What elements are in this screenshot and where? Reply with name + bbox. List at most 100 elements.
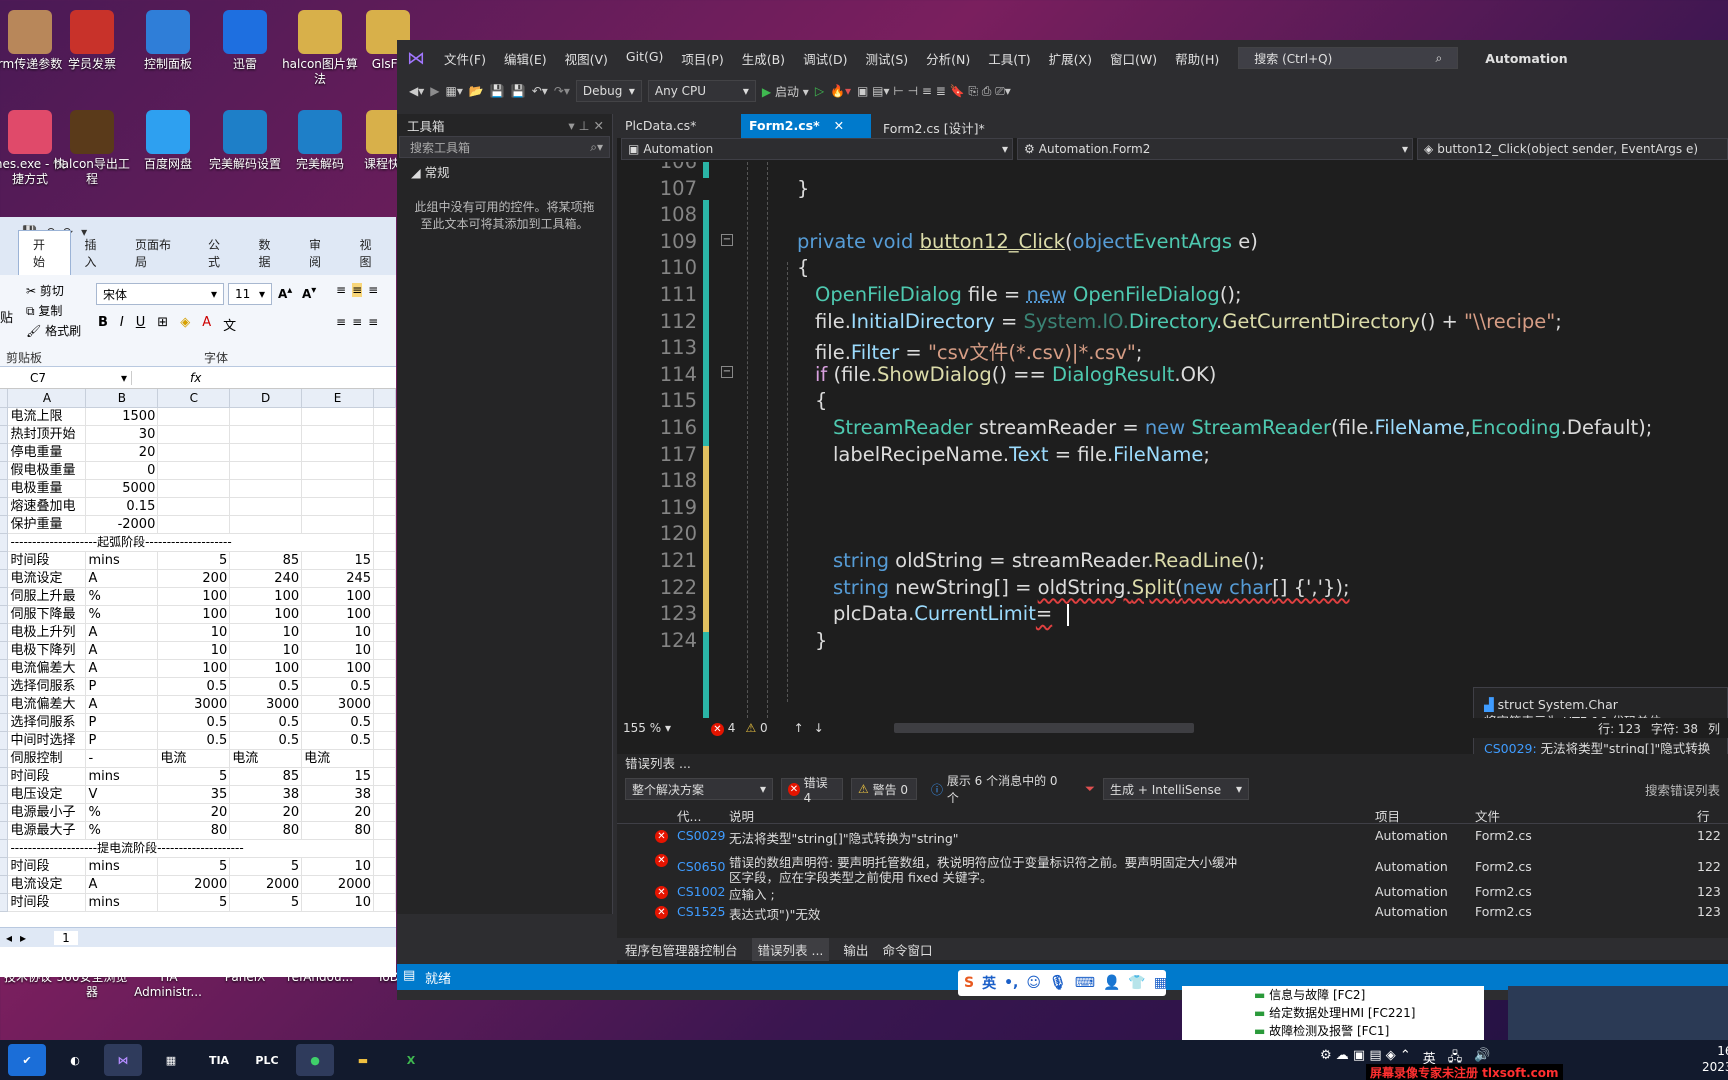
sheet-cell[interactable] — [373, 749, 396, 768]
sheet-cell[interactable] — [373, 569, 396, 588]
sheet-cell[interactable] — [373, 641, 396, 660]
row-header[interactable] — [0, 803, 9, 822]
forward-icon[interactable]: ▶ — [430, 84, 439, 98]
sheet-cell[interactable]: 15 — [301, 767, 375, 786]
sheet-cell[interactable]: 20 — [229, 803, 303, 822]
italic-button[interactable]: I — [120, 315, 124, 334]
row-header[interactable] — [0, 425, 9, 444]
start-without-debug-icon[interactable]: ▷ — [815, 84, 824, 98]
sheet-cell[interactable] — [157, 461, 231, 480]
row-header[interactable] — [0, 893, 9, 912]
file-explorer-icon[interactable]: ▬ — [344, 1044, 382, 1076]
sheet-cell[interactable]: 选择伺服系 — [7, 677, 87, 696]
sheet-cell[interactable] — [229, 515, 303, 534]
excel-tab[interactable]: 页面布局 — [121, 231, 194, 275]
sheet-cell[interactable]: 时间段 — [7, 893, 87, 912]
row-header[interactable] — [0, 749, 9, 768]
nav-up-icon[interactable]: ↑ — [794, 721, 804, 735]
row-header[interactable] — [0, 515, 9, 534]
desktop-icon[interactable]: halcon导出工程 — [52, 110, 132, 187]
font-size-select[interactable]: 11 ▾ — [228, 283, 272, 305]
sheet-cell[interactable]: 3000 — [157, 695, 231, 714]
sheet-cell[interactable]: 10 — [157, 641, 231, 660]
sheet-cell[interactable]: 85 — [229, 767, 303, 786]
new-item-icon[interactable]: ▦▾ — [446, 84, 463, 98]
horizontal-scrollbar[interactable] — [893, 723, 1194, 733]
nav-member-select[interactable]: ◈ button12_Click(object sender, EventArg… — [1417, 138, 1728, 160]
nav-class-select[interactable]: ⚙ Automation.Form2 ▾ — [1017, 138, 1413, 160]
sheet-cell[interactable]: 电流设定 — [7, 569, 87, 588]
tia-tree-item[interactable]: ▬ 故障检测及报警 [FC1] — [1254, 1022, 1484, 1040]
bottom-tab[interactable]: 输出 — [843, 940, 868, 959]
sheet-cell[interactable] — [373, 821, 396, 840]
sheet-cell[interactable]: 0.5 — [301, 677, 375, 696]
row-header[interactable] — [0, 875, 9, 894]
font-color-icon[interactable]: A — [202, 315, 211, 334]
open-icon[interactable]: 📂 — [469, 84, 484, 98]
configuration-select[interactable]: Debug ▾ — [575, 80, 642, 102]
ime-toolbar[interactable]: S 英 •, ☺ 🎙 ⌨ 👤 👕 ▦ — [958, 970, 1167, 996]
sheet-cell[interactable]: 电流设定 — [7, 875, 87, 894]
visual-studio-taskbar-icon[interactable]: ⋈ — [104, 1044, 142, 1076]
sheet-cell[interactable] — [373, 551, 396, 570]
align-left-icon[interactable]: ≡ — [336, 315, 346, 329]
row-header[interactable] — [0, 569, 9, 588]
fill-color-icon[interactable]: ◈ — [180, 315, 190, 334]
column-header[interactable]: A — [7, 389, 87, 408]
menu-item[interactable]: 视图(V) — [556, 49, 617, 68]
sheet-cell[interactable]: 伺服上升最 — [7, 587, 87, 606]
sheet-cell[interactable]: 电源最小子 — [7, 803, 87, 822]
toolbox-pin-icon[interactable]: ▾ ⊥ ✕ — [568, 118, 604, 133]
menu-item[interactable]: Git(G) — [617, 49, 673, 68]
tia-tree-item[interactable]: ▬ 给定数据处理HMI [FC221] — [1254, 1004, 1484, 1022]
ime-user-icon[interactable]: 👤 — [1103, 975, 1120, 991]
sheet-cell[interactable] — [373, 443, 396, 462]
sheet-cell[interactable] — [229, 425, 303, 444]
error-count[interactable]: ✕ 4 — [710, 721, 735, 736]
column-header[interactable]: E — [301, 389, 375, 408]
row-header[interactable] — [0, 587, 9, 606]
row-header[interactable] — [0, 479, 9, 498]
sheet-cell[interactable]: 20 — [157, 803, 231, 822]
sheet-cell[interactable]: 电流 — [157, 749, 231, 768]
tia-portal-icon[interactable]: TIA — [200, 1044, 238, 1076]
sheet-cell[interactable]: 5 — [157, 893, 231, 912]
row-header[interactable] — [0, 857, 9, 876]
row-header[interactable] — [0, 767, 9, 786]
sheet-cell[interactable] — [373, 461, 396, 480]
sheet-cell[interactable]: 停电重量 — [7, 443, 87, 462]
build-filter-select[interactable]: 生成 + IntelliSense ▾ — [1103, 778, 1250, 800]
sheet-cell[interactable]: 0.5 — [157, 677, 231, 696]
error-list-search[interactable]: 搜索错误列表 — [1645, 780, 1720, 799]
sheet-cell[interactable]: 10 — [157, 623, 231, 642]
menu-item[interactable]: 调试(D) — [794, 49, 856, 68]
copy-button[interactable]: ⧉ 复制 — [26, 301, 81, 321]
sheet-cell[interactable]: 伺服下降最 — [7, 605, 87, 624]
sheet-cell[interactable]: 电流 — [229, 749, 303, 768]
select-all-corner[interactable] — [0, 389, 9, 408]
sheet-cell[interactable]: 5 — [229, 857, 303, 876]
platform-select[interactable]: Any CPU ▾ — [647, 80, 756, 102]
sheet-cell[interactable]: 3000 — [229, 695, 303, 714]
sheet-cell[interactable] — [373, 533, 396, 552]
function-icon[interactable]: fx — [190, 371, 201, 385]
sheet-cell[interactable]: P — [85, 677, 159, 696]
scope-select[interactable]: 整个解决方案 ▾ — [625, 778, 773, 800]
ime-punct-icon[interactable]: •, — [1004, 975, 1018, 991]
sheet-cell[interactable]: 3000 — [301, 695, 375, 714]
sheet-cell[interactable]: 10 — [301, 623, 375, 642]
sheet-cell[interactable] — [373, 803, 396, 822]
plcsim-icon[interactable]: PLC — [248, 1044, 286, 1076]
back-icon[interactable]: ◀▾ — [409, 84, 424, 98]
hot-reload-icon[interactable]: 🔥▾ — [830, 84, 851, 98]
sheet-cell[interactable]: 电源最大子 — [7, 821, 87, 840]
sheet-cell[interactable]: 电流上限 — [7, 407, 87, 426]
tia-tree-item[interactable]: ▬ 信息与故障 [FC2] — [1254, 986, 1484, 1004]
sheet-cell[interactable]: 5 — [157, 767, 231, 786]
row-header[interactable] — [0, 785, 9, 804]
sheet-cell[interactable]: 100 — [229, 587, 303, 606]
sheet-cell[interactable]: 10 — [229, 623, 303, 642]
close-tab-icon[interactable]: ✕ — [834, 118, 844, 133]
column-header[interactable]: B — [85, 389, 159, 408]
sheet-cell[interactable] — [373, 767, 396, 786]
